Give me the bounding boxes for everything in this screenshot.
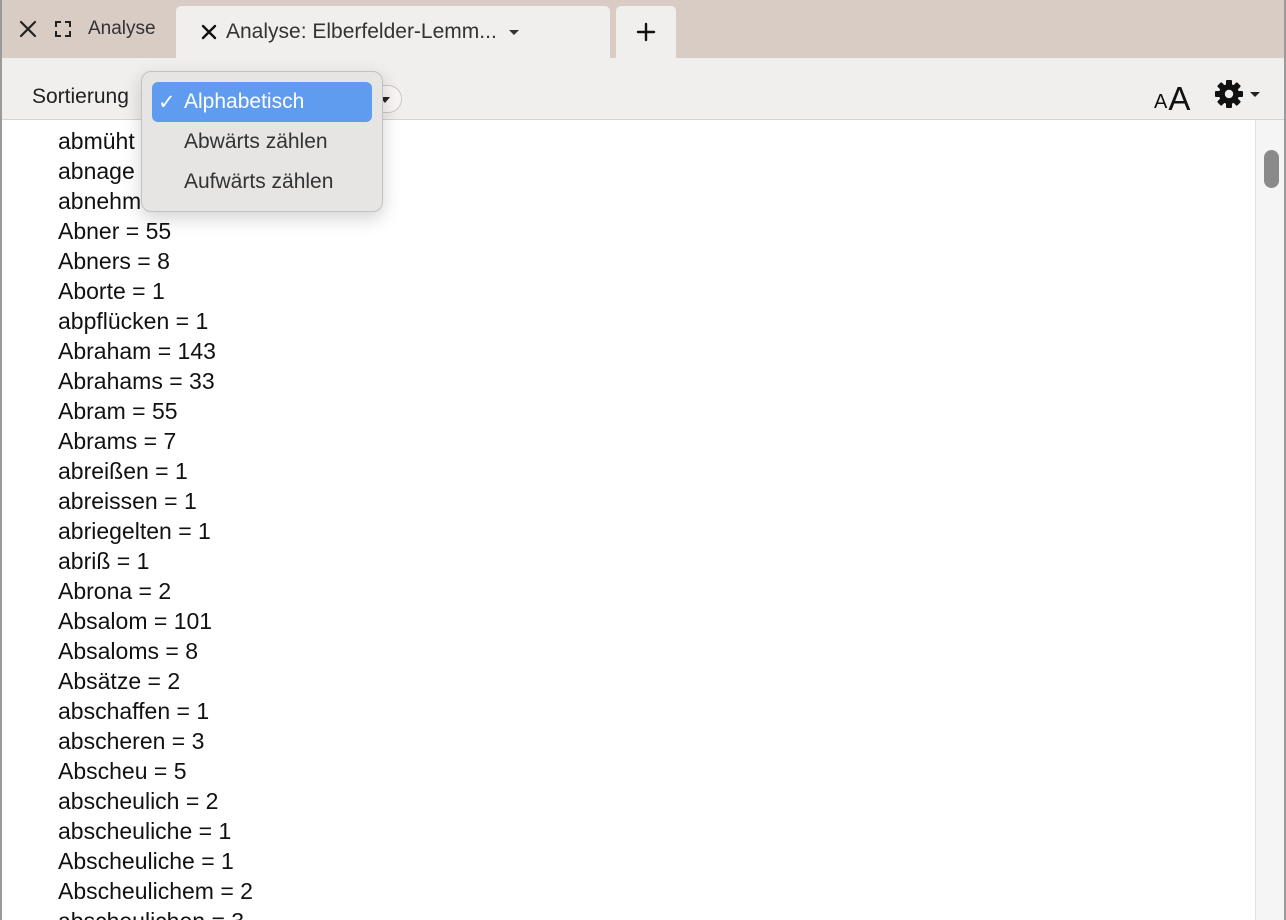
list-item: abpflücken = 1 — [58, 308, 209, 334]
font-size-large-icon: A — [1168, 80, 1191, 117]
word-frequency-list[interactable]: abmüht abnage abnehm Abner = 55 Abners = 8 Ab… — [2, 120, 1254, 920]
sort-option-label: Alphabetisch — [184, 90, 305, 113]
close-icon — [19, 20, 37, 38]
list-item: abscheren = 3 — [58, 728, 205, 754]
tab-label: Analyse: Elberfelder-Lemm... — [226, 20, 497, 43]
sort-option-alphabetical[interactable]: ✓ Alphabetisch — [152, 82, 372, 122]
list-item: Abner = 55 — [58, 218, 172, 244]
list-item: Abram = 55 — [58, 398, 178, 424]
list-item: abscheulichen = 3 — [2, 906, 1254, 920]
list-item: Abrahams = 33 — [58, 368, 215, 394]
scrollbar-thumb[interactable] — [1264, 150, 1279, 188]
list-item: abschaffen = 1 — [58, 698, 210, 724]
sort-option-label: Abwärts zählen — [184, 130, 328, 153]
list-item: abriegelten = 1 — [58, 518, 211, 544]
font-size-small-icon: A — [1154, 91, 1168, 113]
settings-button[interactable] — [1214, 78, 1266, 110]
gear-icon — [1215, 80, 1243, 108]
list-item: abreißen = 1 — [58, 458, 188, 484]
list-item: Abscheu = 5 — [58, 758, 187, 784]
list-item: Absaloms = 8 — [58, 638, 198, 664]
close-icon — [201, 24, 217, 40]
checkmark-icon: ✓ — [158, 91, 176, 114]
list-item: Absalom = 101 — [58, 608, 213, 634]
list-item: Abners = 8 — [58, 248, 170, 274]
analysis-window: Analyse Analyse: Elberfelder-Lemm... Sor… — [0, 0, 1286, 920]
scrollbar[interactable] — [1255, 120, 1284, 920]
list-item: Aborte = 1 — [58, 278, 165, 304]
plus-icon — [636, 22, 656, 42]
sort-option-ascending-count[interactable]: Aufwärts zählen — [152, 162, 372, 202]
list-item: abriß = 1 — [58, 548, 150, 574]
list-item: Abscheulichem = 2 — [58, 878, 253, 904]
list-item: abscheulich = 2 — [58, 788, 219, 814]
tab-close-button[interactable] — [198, 21, 220, 43]
list-item: abreissen = 1 — [58, 488, 197, 514]
list-item: abscheuliche = 1 — [58, 818, 232, 844]
sort-option-label: Aufwärts zählen — [184, 170, 334, 193]
close-window-button[interactable] — [16, 17, 40, 41]
tab-strip: Analyse Analyse: Elberfelder-Lemm... — [2, 0, 1284, 58]
word-list: abmüht abnage abnehm Abner = 55 Abners = 8 Ab… — [2, 120, 1254, 920]
list-item: Abrams = 7 — [58, 428, 177, 454]
window-title: Analyse — [88, 18, 156, 39]
sort-label: Sortierung — [32, 85, 129, 108]
sort-dropdown-menu: ✓ Alphabetisch Abwärts zählen Aufwärts z… — [141, 71, 383, 212]
tab-analysis[interactable]: Analyse: Elberfelder-Lemm... — [176, 6, 610, 58]
chevron-down-icon — [1250, 91, 1260, 97]
sort-option-descending-count[interactable]: Abwärts zählen — [152, 122, 372, 162]
list-item: Absätze = 2 — [58, 668, 181, 694]
list-item: Abscheuliche = 1 — [58, 848, 234, 874]
list-item: Abrona = 2 — [58, 578, 172, 604]
font-size-button[interactable]: A A — [1154, 76, 1191, 117]
new-tab-button[interactable] — [616, 6, 676, 58]
list-item: Abraham = 143 — [58, 338, 216, 364]
chevron-down-icon[interactable] — [508, 29, 519, 35]
expand-icon[interactable] — [52, 18, 74, 40]
